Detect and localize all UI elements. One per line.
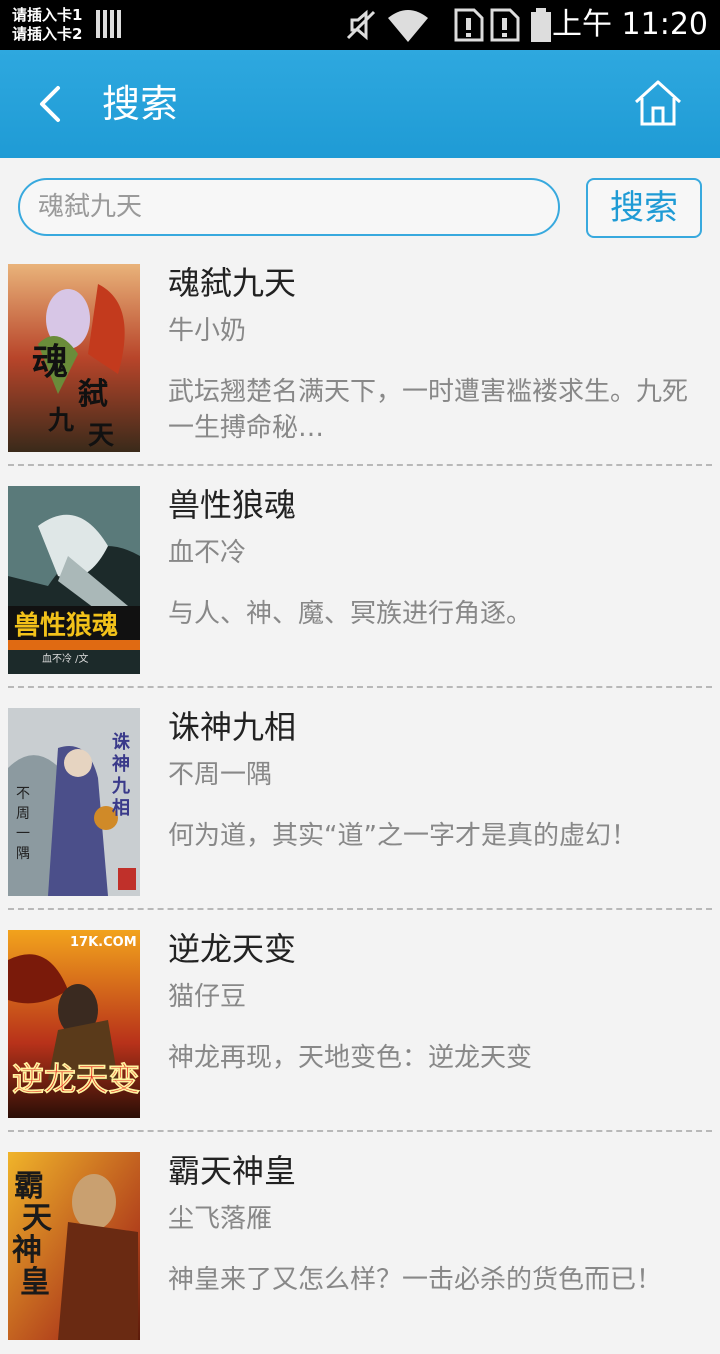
svg-text:诛: 诛	[112, 731, 130, 753]
svg-text:神: 神	[12, 1233, 42, 1268]
book-title: 逆龙天变	[168, 930, 297, 968]
list-item[interactable]: 霸 天 神 皇 霸天神皇 尘飞落雁 神皇来了又怎么样？一击必杀的货色而已！	[0, 1132, 720, 1354]
sim2-alert-icon	[490, 8, 520, 42]
book-cover: 诛 神 九 相 不 周 一 隅	[8, 708, 140, 896]
book-author: 血不冷	[168, 538, 247, 568]
book-author: 猫仔豆	[168, 982, 247, 1012]
search-button[interactable]: 搜索	[586, 178, 702, 238]
svg-text:霸: 霸	[14, 1169, 44, 1204]
book-cover: 17K.COM 逆龙天变	[8, 930, 140, 1118]
book-description: 与人、神、魔、冥族进行角逐。	[168, 599, 533, 629]
list-item[interactable]: 诛 神 九 相 不 周 一 隅 诛神九相 不周一隅 何为道，其实“道”之一字才是…	[0, 688, 720, 910]
svg-text:相: 相	[112, 798, 130, 819]
home-icon[interactable]	[632, 78, 684, 128]
signal-bars-icon	[96, 10, 122, 38]
book-description: 何为道，其实“道”之一字才是真的虚幻！	[168, 821, 637, 851]
list-item[interactable]: 兽性狼魂 血不冷 /文 兽性狼魂 血不冷 与人、神、魔、冥族进行角逐。	[0, 466, 720, 688]
clock: 上午 11:20	[552, 7, 708, 42]
book-description: 神皇来了又怎么样？一击必杀的货色而已！	[168, 1265, 663, 1295]
book-cover: 兽性狼魂 血不冷 /文	[8, 486, 140, 674]
svg-text:兽性狼魂: 兽性狼魂	[14, 610, 118, 641]
sim1-label: 请插入卡1	[12, 6, 83, 24]
book-title: 诛神九相	[168, 708, 297, 746]
search-input[interactable]	[18, 178, 560, 236]
book-title: 兽性狼魂	[168, 486, 297, 524]
svg-text:弑: 弑	[77, 377, 108, 412]
svg-text:九: 九	[111, 776, 130, 797]
svg-text:逆龙天变: 逆龙天变	[12, 1060, 140, 1098]
book-cover: 魂 弑 九 天	[8, 264, 140, 452]
sim2-label: 请插入卡2	[12, 25, 83, 43]
svg-text:魂: 魂	[32, 341, 68, 383]
sim-status: 请插入卡1 请插入卡2	[12, 6, 82, 44]
app-bar: 搜索	[0, 50, 720, 158]
book-title: 魂弑九天	[168, 264, 297, 302]
book-cover: 霸 天 神 皇	[8, 1152, 140, 1340]
list-item[interactable]: 17K.COM 逆龙天变 逆龙天变 猫仔豆 神龙再现，天地变色：逆龙天变	[0, 910, 720, 1132]
book-description: 神龙再现，天地变色：逆龙天变	[168, 1043, 533, 1073]
svg-text:不: 不	[16, 786, 30, 802]
status-bar: 请插入卡1 请插入卡2 上午 11:20	[0, 0, 720, 50]
svg-text:17K.COM: 17K.COM	[70, 935, 137, 950]
svg-text:隅: 隅	[16, 846, 30, 862]
battery-icon	[531, 8, 551, 42]
svg-text:一: 一	[16, 826, 30, 842]
wifi-icon	[388, 10, 428, 42]
svg-text:神: 神	[112, 753, 130, 775]
mute-icon	[346, 9, 376, 41]
page-title: 搜索	[102, 82, 179, 126]
book-description: 武坛翘楚名满天下，一时遭害褴褛求生。九死一生搏命秘…	[168, 377, 689, 443]
book-author: 尘飞落雁	[168, 1204, 273, 1234]
book-author: 牛小奶	[168, 316, 247, 346]
list-item[interactable]: 魂 弑 九 天 魂弑九天 牛小奶 武坛翘楚名满天下，一时遭害褴褛求生。九死一生搏…	[0, 244, 720, 466]
svg-text:皇: 皇	[20, 1265, 50, 1300]
book-title: 霸天神皇	[168, 1152, 297, 1190]
book-author: 不周一隅	[168, 760, 273, 790]
svg-text:血不冷 /文: 血不冷 /文	[42, 652, 89, 665]
back-chevron-icon[interactable]	[30, 80, 74, 128]
svg-text:天: 天	[88, 421, 114, 451]
sim1-alert-icon	[454, 8, 484, 42]
svg-text:九: 九	[47, 406, 74, 436]
svg-text:天: 天	[22, 1201, 52, 1236]
results-list: 魂 弑 九 天 魂弑九天 牛小奶 武坛翘楚名满天下，一时遭害褴褛求生。九死一生搏…	[0, 244, 720, 1354]
svg-text:周: 周	[16, 806, 30, 822]
